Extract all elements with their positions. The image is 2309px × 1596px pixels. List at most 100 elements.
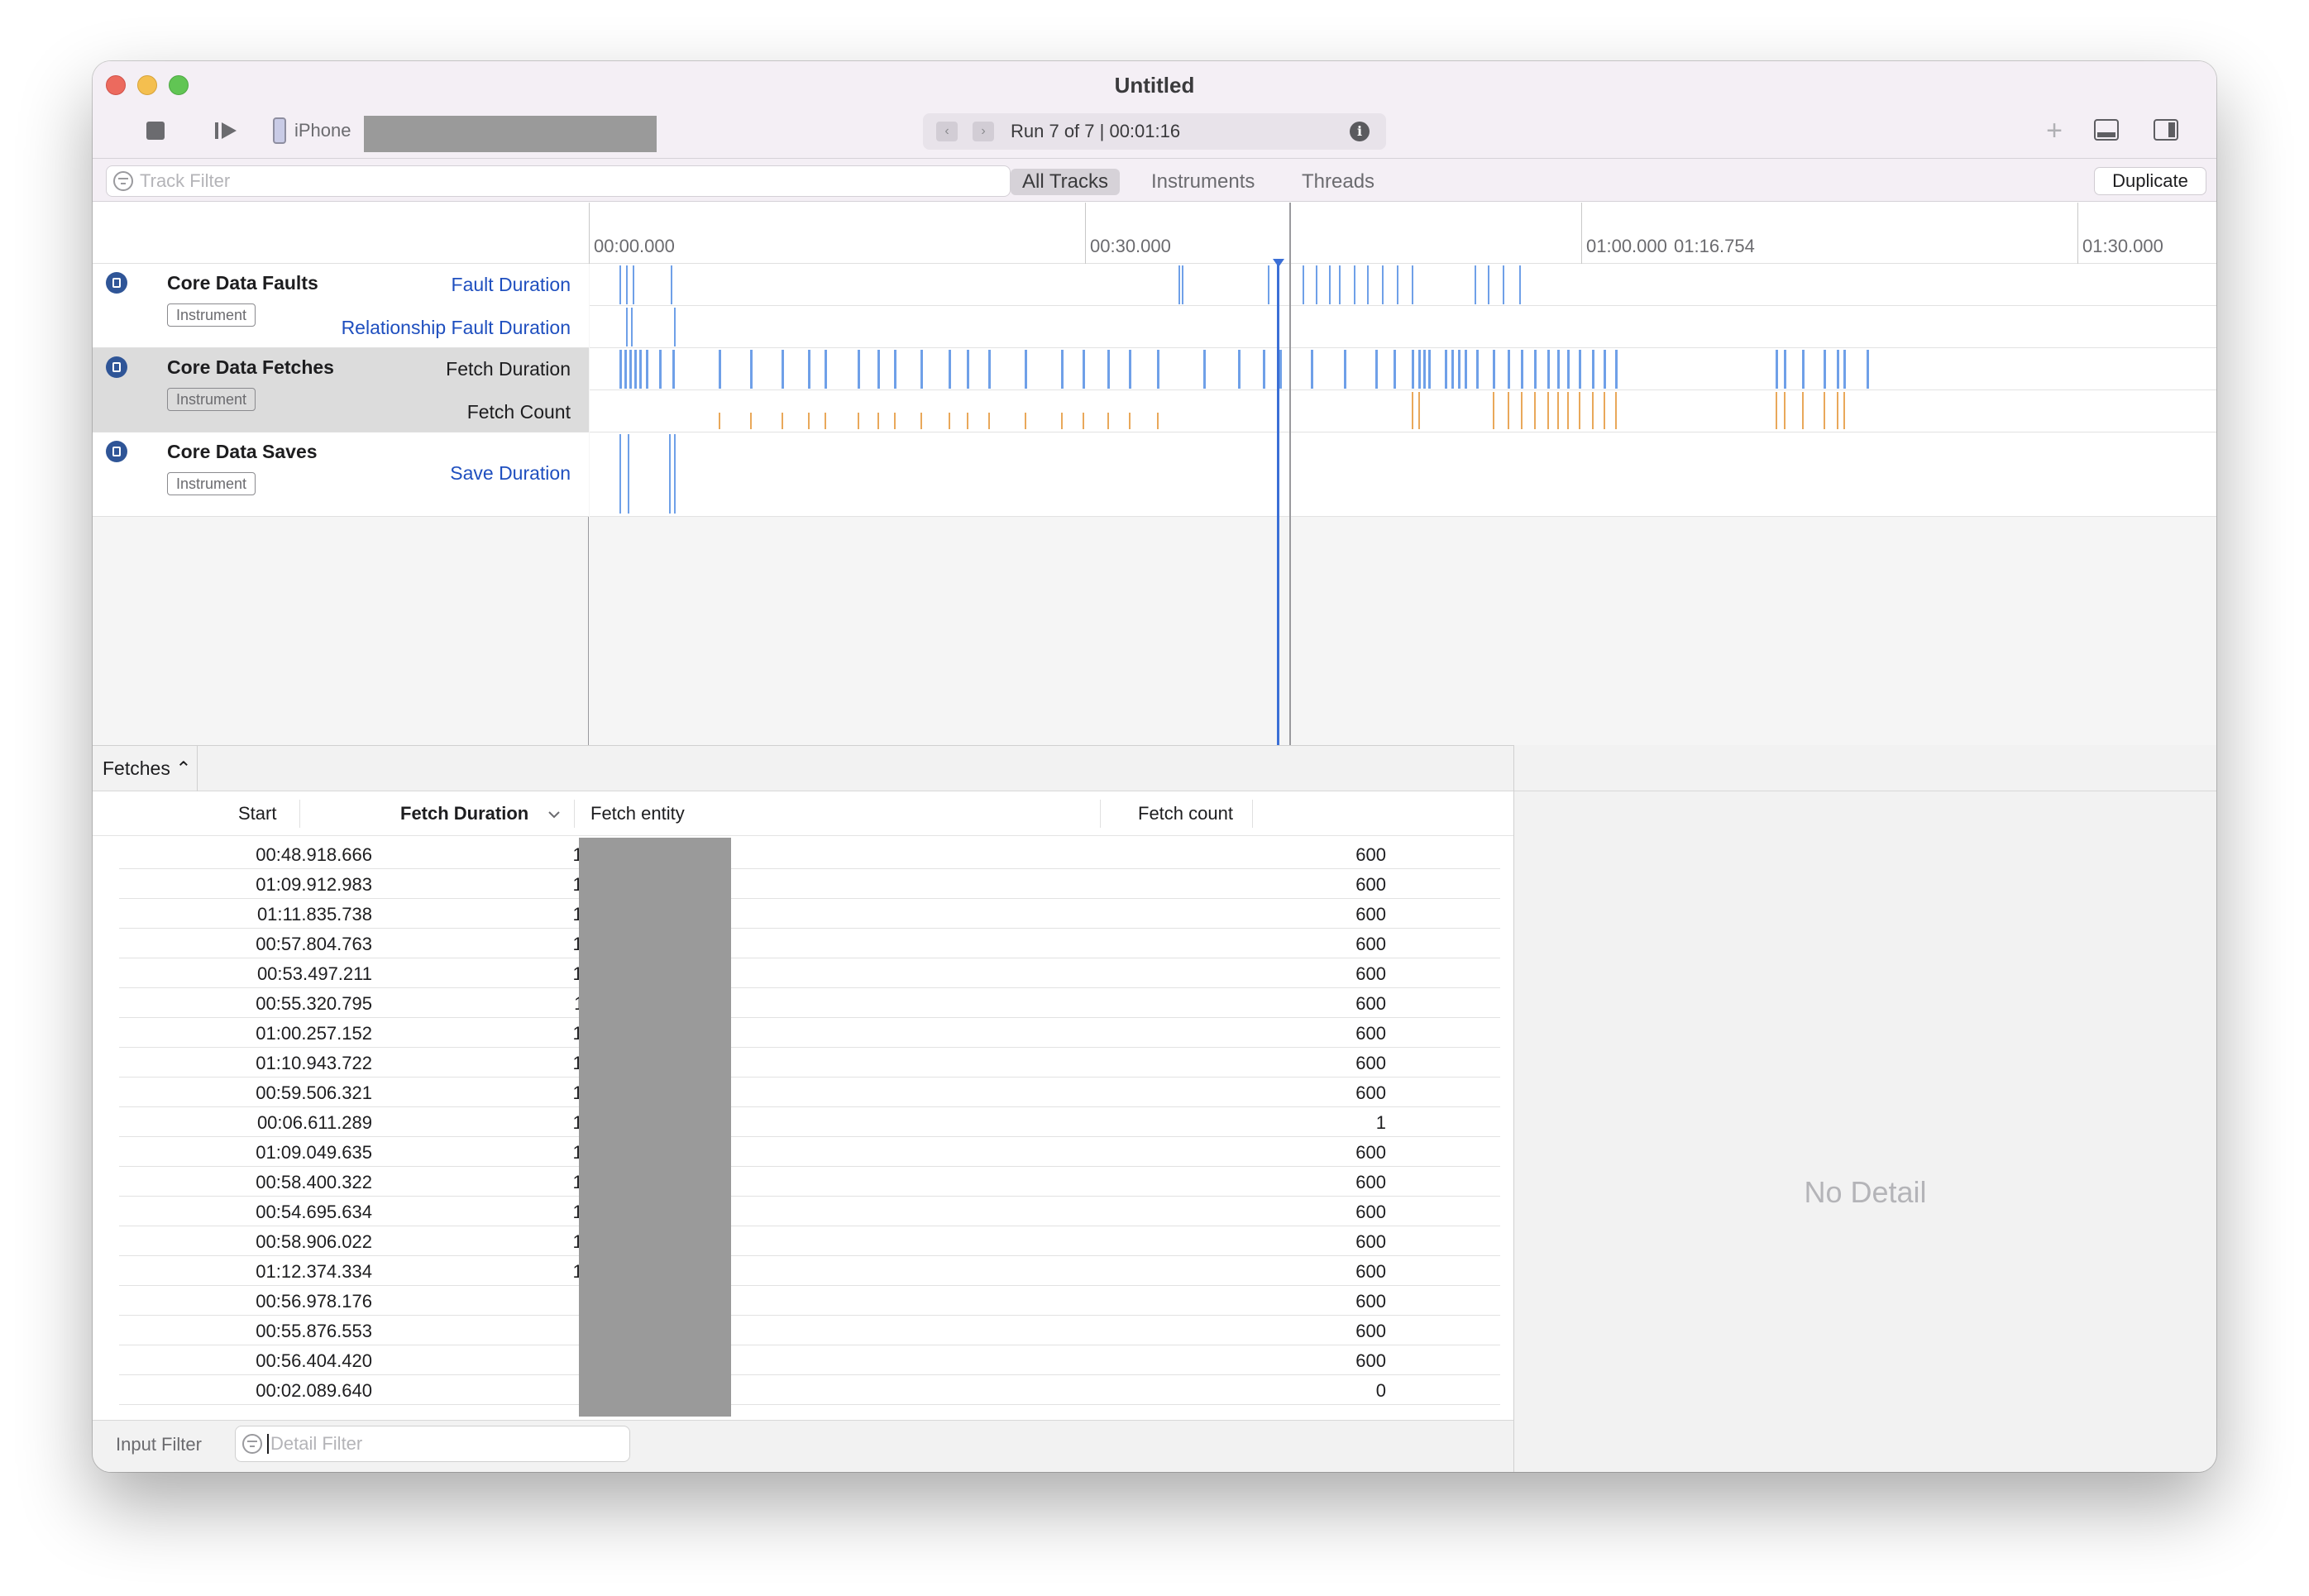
track-core-data-faults[interactable]: Core Data Faults Instrument Fault Durati… <box>93 264 589 348</box>
table-row[interactable]: 00:02.089.6404.15 ms0 <box>119 1375 1500 1405</box>
device-selector[interactable]: iPhone <box>273 116 351 146</box>
track-filter-placeholder: Track Filter <box>140 170 231 191</box>
table-row[interactable]: 00:06.611.28910.67 ms1 <box>119 1107 1500 1137</box>
table-row[interactable]: 01:12.374.33410.01 ms600 <box>119 1256 1500 1286</box>
table-row[interactable]: 00:54.695.63410.47 ms600 <box>119 1197 1500 1226</box>
cell-start: 00:55.876.553 <box>256 1321 372 1341</box>
fetch-duration-mark <box>634 350 637 389</box>
fetch-count-mark <box>1824 392 1825 429</box>
table-row[interactable]: 00:57.804.76312.94 ms600 <box>119 929 1500 958</box>
save-duration-mark <box>619 434 621 514</box>
cell-start: 01:00.257.152 <box>256 1023 372 1044</box>
table-header: Start Fetch Duration Fetch entity Fetch … <box>93 791 1513 836</box>
fetch-duration-mark <box>629 350 632 389</box>
playhead-handle[interactable] <box>1273 259 1284 267</box>
toggle-inspector-panel-icon[interactable] <box>2154 119 2178 141</box>
extended-detail-panel: No Detail <box>1513 745 2216 1472</box>
ruler-label: 00:30.000 <box>1090 236 1171 256</box>
table-row[interactable]: 00:53.497.21112.29 ms600 <box>119 958 1500 988</box>
track-list-header <box>93 203 589 264</box>
track-core-data-saves[interactable]: Core Data Saves Instrument Save Duration <box>93 432 589 517</box>
toggle-detail-panel-icon[interactable] <box>2094 119 2119 141</box>
table-row[interactable]: 00:59.506.32110.72 ms600 <box>119 1078 1500 1107</box>
fault-duration-mark <box>1354 265 1355 304</box>
lane-fault-duration <box>590 264 2216 306</box>
info-icon[interactable]: i <box>1350 122 1370 141</box>
fault-duration-mark <box>1412 265 1413 304</box>
add-instrument-button[interactable]: + <box>2039 115 2069 146</box>
fetch-duration-mark <box>1476 350 1479 389</box>
input-filter-bar: Input Filter Detail Filter <box>93 1420 1513 1472</box>
fetch-duration-mark <box>672 350 675 389</box>
fetch-duration-mark <box>1547 350 1550 389</box>
column-header-fetch-duration[interactable]: Fetch Duration <box>400 803 528 824</box>
fetch-duration-mark <box>1465 350 1467 389</box>
fetch-duration-mark <box>1025 350 1027 389</box>
fault-duration-mark <box>626 265 628 304</box>
fault-duration-mark <box>1329 265 1331 304</box>
ruler-label: 01:30.000 <box>2082 236 2163 256</box>
input-filter-label[interactable]: Input Filter <box>116 1434 202 1455</box>
time-ruler[interactable]: 00:00.000 00:30.000 01:00.000 01:16.754 … <box>589 203 2216 264</box>
table-row[interactable]: 00:56.978.1769.93 ms600 <box>119 1286 1500 1316</box>
previous-run-button[interactable]: ‹ <box>936 122 958 141</box>
column-header-start[interactable]: Start <box>238 803 276 824</box>
fetch-count-mark <box>949 413 950 429</box>
stop-recording-button[interactable] <box>141 116 170 146</box>
track-core-data-fetches[interactable]: Core Data Fetches Instrument Fetch Durat… <box>93 348 589 432</box>
fault-duration-mark <box>633 265 634 304</box>
tab-instruments[interactable]: Instruments <box>1140 169 1266 195</box>
cell-fetch-count: 600 <box>1355 1172 1386 1192</box>
cell-fetch-count: 600 <box>1355 934 1386 954</box>
track-lanes[interactable] <box>590 264 2216 517</box>
fetch-count-mark <box>808 413 810 429</box>
fetch-count-mark <box>1508 392 1509 429</box>
cell-start: 00:56.978.176 <box>256 1291 372 1312</box>
table-row[interactable]: 01:09.049.63510.64 ms600 <box>119 1137 1500 1167</box>
lane-divider <box>590 305 2216 306</box>
table-row[interactable]: 00:55.320.79511.62 ms600 <box>119 988 1500 1018</box>
cell-fetch-count: 600 <box>1355 1023 1386 1044</box>
table-body[interactable]: 00:02.089.6404.15 ms000:56.404.4209.03 m… <box>93 836 1513 1420</box>
duplicate-button[interactable]: Duplicate <box>2094 167 2206 195</box>
fetch-duration-mark <box>1423 350 1426 389</box>
table-row[interactable]: 00:55.876.5539.88 ms600 <box>119 1316 1500 1345</box>
fetch-duration-mark <box>659 350 662 389</box>
table-row[interactable]: 00:56.404.4209.03 ms600 <box>119 1345 1500 1375</box>
lane-fetch-duration <box>590 348 2216 390</box>
table-row[interactable]: 00:58.906.02210.29 ms600 <box>119 1226 1500 1256</box>
pause-resume-button[interactable] <box>208 116 245 146</box>
fault-duration-mark <box>1268 265 1269 304</box>
tab-threads[interactable]: Threads <box>1290 169 1386 195</box>
table-row[interactable]: 00:58.400.32210.52 ms600 <box>119 1167 1500 1197</box>
cell-fetch-count: 600 <box>1355 874 1386 895</box>
detail-filter-field[interactable]: Detail Filter <box>235 1426 630 1462</box>
ruler-tick <box>1581 203 1582 264</box>
instrument-icon <box>106 356 127 378</box>
fetch-count-mark <box>1083 413 1084 429</box>
save-duration-mark <box>669 434 671 514</box>
fetch-count-mark <box>858 413 859 429</box>
fetch-duration-mark <box>1061 350 1064 389</box>
stop-icon <box>146 122 165 140</box>
cell-start: 00:48.918.666 <box>256 844 372 865</box>
fetch-count-mark <box>1784 392 1786 429</box>
table-row[interactable]: 00:48.918.66618.23 ms600 <box>119 839 1500 869</box>
table-row[interactable]: 01:09.912.98314.25 ms600 <box>119 869 1500 899</box>
column-header-fetch-entity[interactable]: Fetch entity <box>590 803 685 824</box>
next-run-button[interactable]: › <box>973 122 994 141</box>
fetch-duration-mark <box>1604 350 1606 389</box>
fetch-count-mark <box>967 413 968 429</box>
track-filter-field[interactable]: Track Filter <box>106 165 1011 197</box>
fault-duration-mark <box>1178 265 1180 304</box>
detail-view-selector[interactable]: Fetches ⌃ <box>103 757 191 780</box>
ruler-tick <box>1085 203 1086 264</box>
tab-all-tracks[interactable]: All Tracks <box>1011 169 1121 195</box>
table-row[interactable]: 01:11.835.73813.35 ms600 <box>119 899 1500 929</box>
playhead[interactable] <box>1277 264 1279 745</box>
column-header-fetch-count[interactable]: Fetch count <box>1138 803 1233 824</box>
instrument-badge: Instrument <box>167 388 256 411</box>
table-row[interactable]: 01:00.257.15210.84 ms600 <box>119 1018 1500 1048</box>
table-row[interactable]: 01:10.943.72210.84 ms600 <box>119 1048 1500 1078</box>
fetch-duration-mark <box>988 350 991 389</box>
